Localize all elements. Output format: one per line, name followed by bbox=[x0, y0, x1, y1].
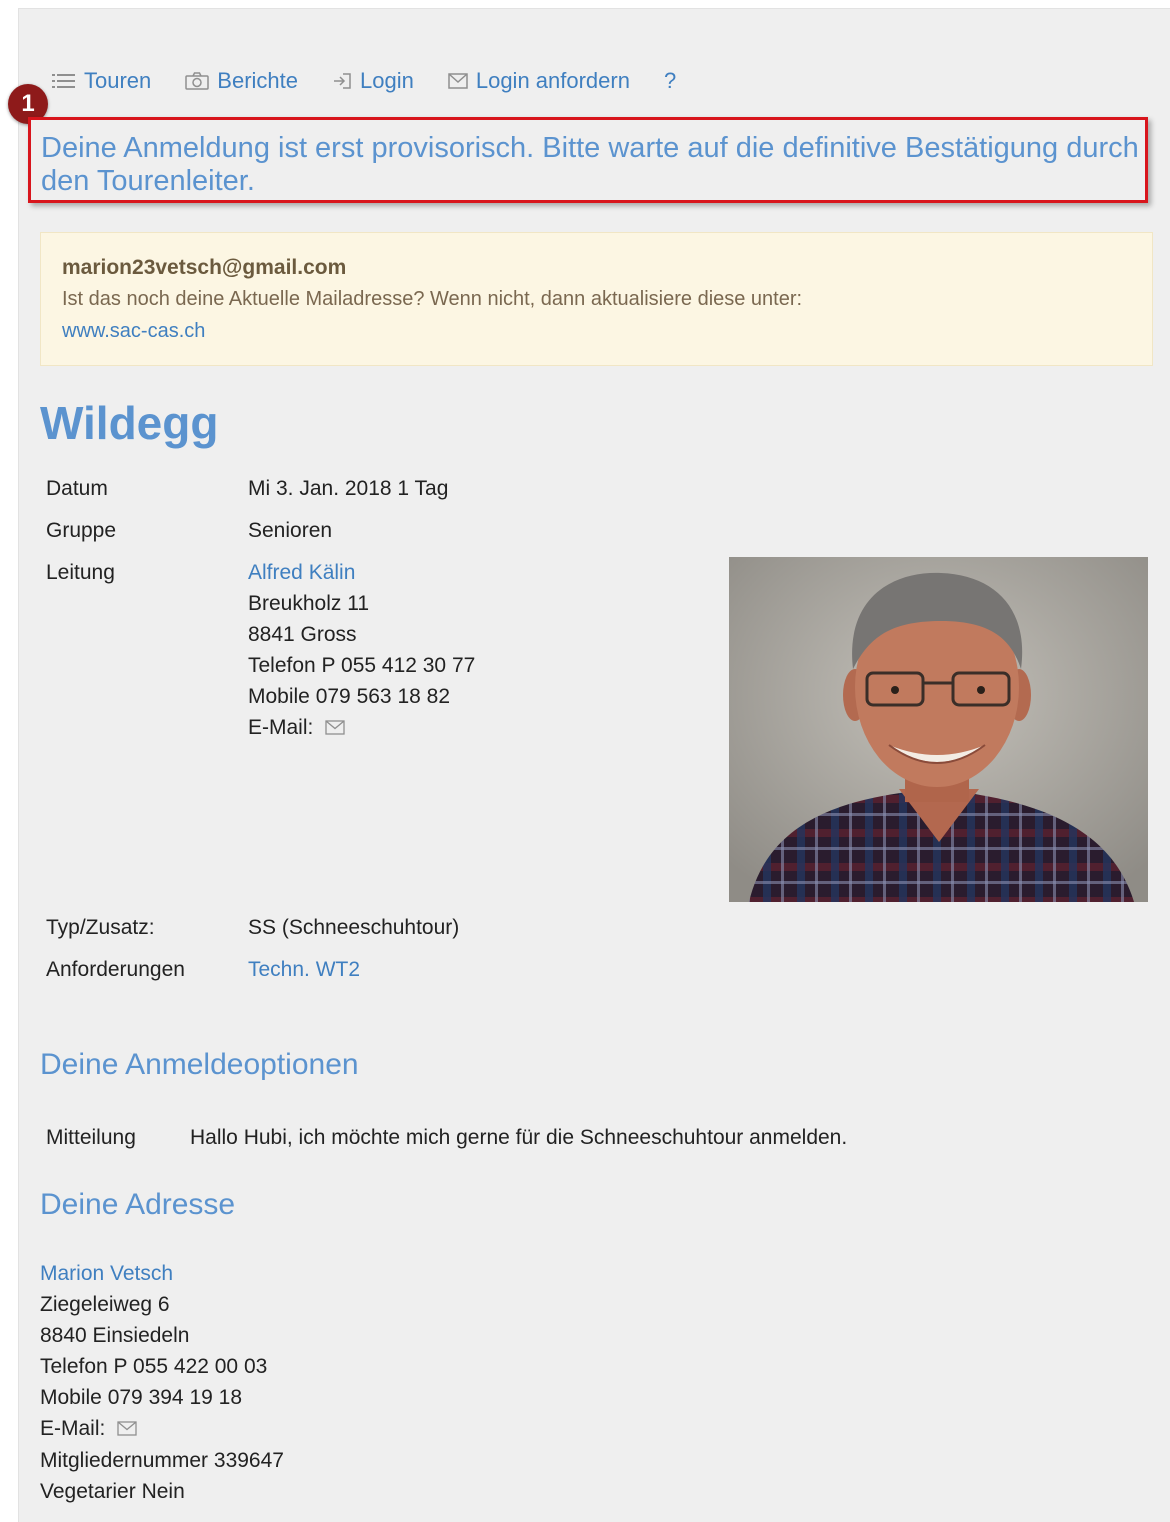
nav-help[interactable]: ? bbox=[664, 68, 676, 94]
tour-title: Wildegg bbox=[40, 397, 219, 449]
address-city: 8840 Einsiedeln bbox=[40, 1324, 190, 1347]
leiter-details: Alfred Kälin Breukholz 11 8841 Gross Tel… bbox=[248, 557, 475, 744]
email-address: marion23vetsch@gmail.com bbox=[62, 256, 347, 279]
address-phone: Telefon P 055 422 00 03 bbox=[40, 1355, 268, 1378]
provisional-notice: Deine Anmeldung ist erst provisorisch. B… bbox=[28, 117, 1148, 203]
nav-touren-label: Touren bbox=[84, 68, 152, 93]
nav-login-label: Login bbox=[360, 68, 414, 93]
address-mobile: Mobile 079 394 19 18 bbox=[40, 1386, 242, 1409]
nav-help-label: ? bbox=[663, 68, 677, 93]
typ-value: SS (Schneeschuhtour) bbox=[248, 916, 460, 939]
nav-login-anfordern-label: Login anfordern bbox=[475, 68, 630, 93]
leiter-phone: Telefon P 055 412 30 77 bbox=[248, 654, 476, 677]
nav-touren[interactable]: Touren bbox=[52, 68, 151, 94]
mitteilung-value: Hallo Hubi, ich möchte mich gerne für di… bbox=[190, 1126, 848, 1149]
anforderungen-link[interactable]: Techn. WT2 bbox=[248, 954, 360, 985]
leiter-name-link[interactable]: Alfred Kälin bbox=[248, 557, 475, 588]
notice-text: Deine Anmeldung ist erst provisorisch. B… bbox=[41, 132, 1139, 197]
leiter-email-label: E-Mail: bbox=[248, 716, 314, 739]
nav-login-anfordern[interactable]: Login anfordern bbox=[448, 68, 630, 94]
anforderungen-label: Anforderungen bbox=[46, 958, 185, 981]
leiter-street: Breukholz 11 bbox=[248, 592, 370, 615]
top-nav: Touren Berichte Login Login anfordern ? bbox=[52, 66, 710, 96]
address-street: Ziegeleiweg 6 bbox=[40, 1293, 170, 1316]
address-heading: Deine Adresse bbox=[40, 1188, 236, 1221]
camera-icon bbox=[185, 72, 210, 90]
address-envelope-icon[interactable] bbox=[117, 1414, 137, 1445]
sac-cas-link[interactable]: www.sac-cas.ch bbox=[62, 320, 205, 343]
address-email-row: E-Mail: bbox=[40, 1413, 284, 1445]
gruppe-value: Senioren bbox=[248, 519, 333, 542]
leader-photo bbox=[729, 557, 1148, 902]
address-vegetarian: Vegetarier Nein bbox=[40, 1479, 185, 1503]
leitung-label: Leitung bbox=[46, 561, 115, 584]
address-name-link[interactable]: Marion Vetsch bbox=[40, 1258, 284, 1289]
nav-login[interactable]: Login bbox=[332, 68, 414, 94]
datum-value: Mi 3. Jan. 2018 1 Tag bbox=[248, 477, 449, 500]
email-question: Ist das noch deine Aktuelle Mailadresse?… bbox=[62, 288, 803, 310]
leiter-email-row: E-Mail: bbox=[248, 712, 475, 744]
nav-berichte[interactable]: Berichte bbox=[185, 68, 298, 94]
leiter-city: 8841 Gross bbox=[248, 623, 357, 646]
address-email-label: E-Mail: bbox=[40, 1417, 106, 1440]
typ-label: Typ/Zusatz: bbox=[46, 916, 155, 939]
email-confirmation-box: marion23vetsch@gmail.com Ist das noch de… bbox=[40, 232, 1153, 366]
datum-label: Datum bbox=[46, 477, 108, 500]
login-icon bbox=[332, 72, 352, 90]
mail-icon bbox=[448, 73, 468, 89]
email-envelope-icon[interactable] bbox=[325, 713, 345, 744]
address-member-number: Mitgliedernummer 339647 bbox=[40, 1448, 284, 1472]
leiter-mobile: Mobile 079 563 18 82 bbox=[248, 685, 450, 708]
address-block: Marion Vetsch Ziegeleiweg 6 8840 Einsied… bbox=[40, 1258, 284, 1507]
mitteilung-label: Mitteilung bbox=[46, 1126, 136, 1149]
gruppe-label: Gruppe bbox=[46, 519, 117, 542]
options-heading: Deine Anmeldeoptionen bbox=[40, 1048, 359, 1081]
list-icon bbox=[52, 73, 76, 89]
nav-berichte-label: Berichte bbox=[217, 68, 298, 93]
